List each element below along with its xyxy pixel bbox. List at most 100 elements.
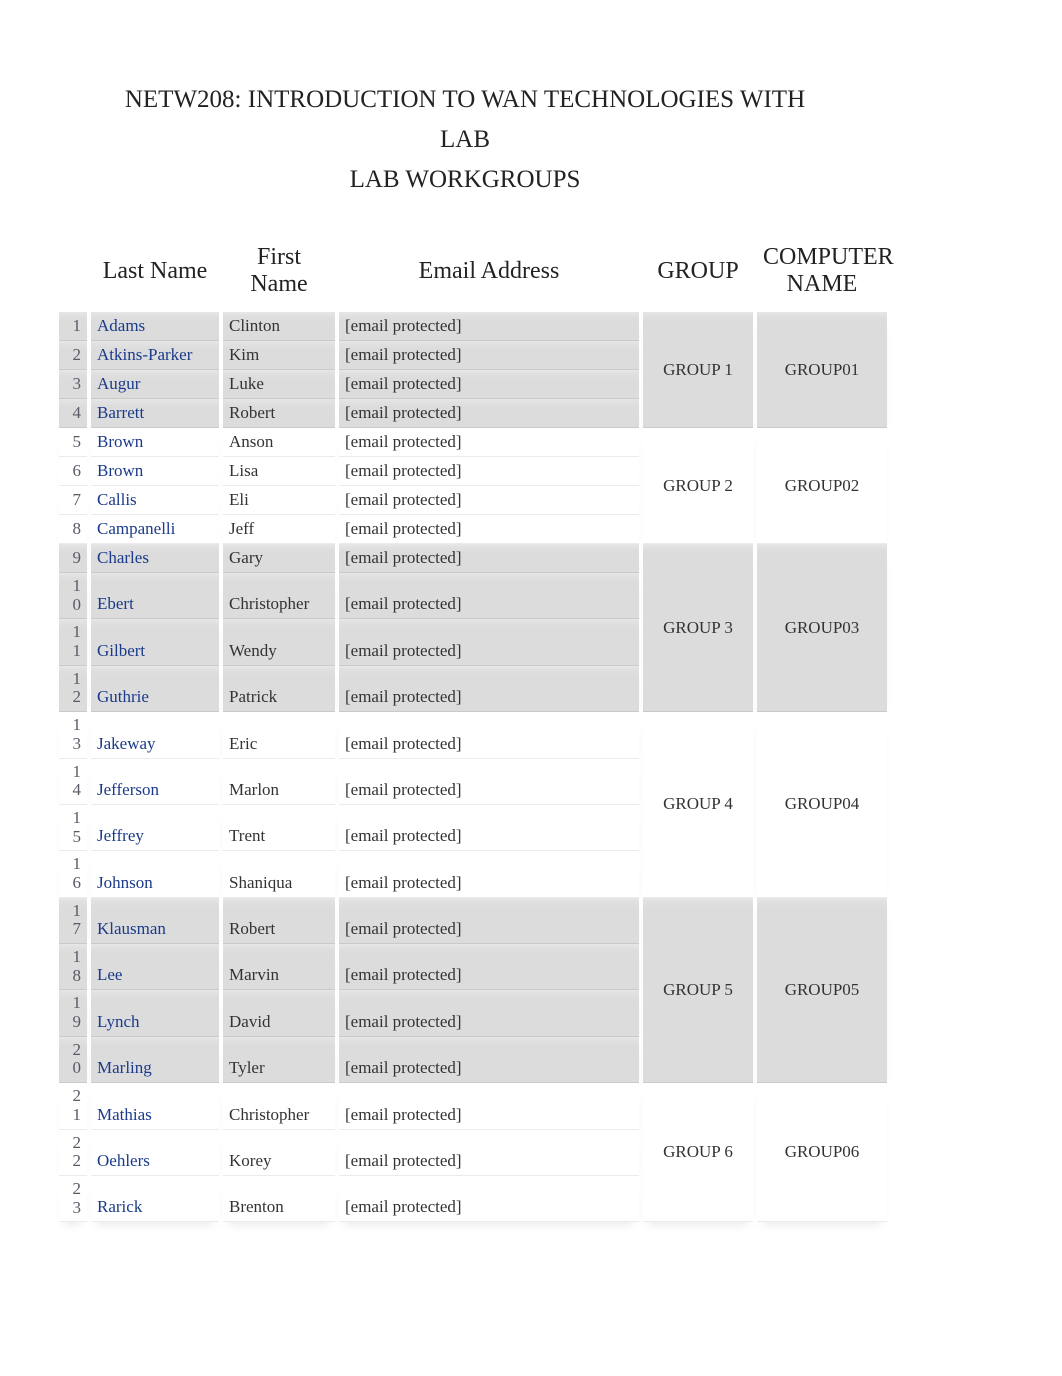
- row-number: 2: [59, 341, 87, 370]
- row-number: 13: [59, 712, 87, 758]
- computer-name-cell: GROUP02: [757, 428, 887, 544]
- first-name-cell: Patrick: [223, 666, 335, 712]
- email-cell: [email protected]: [339, 486, 639, 515]
- email-cell: [email protected]: [339, 851, 639, 897]
- last-name-link[interactable]: Brown: [97, 461, 143, 480]
- first-name-cell: Anson: [223, 428, 335, 457]
- first-name-cell: Christopher: [223, 573, 335, 619]
- computer-name-cell: GROUP01: [757, 312, 887, 428]
- email-cell: [email protected]: [339, 1176, 639, 1222]
- computer-name-cell: GROUP06: [757, 1083, 887, 1222]
- last-name-link[interactable]: Augur: [97, 374, 140, 393]
- last-name-link[interactable]: Charles: [97, 548, 149, 567]
- last-name-link[interactable]: Klausman: [97, 919, 166, 938]
- last-name-link[interactable]: Guthrie: [97, 687, 149, 706]
- table-row: 17KlausmanRobert[email protected]GROUP 5…: [59, 898, 887, 944]
- last-name-cell: Charles: [91, 544, 219, 573]
- first-name-cell: Jeff: [223, 515, 335, 544]
- row-number: 10: [59, 573, 87, 619]
- last-name-link[interactable]: Barrett: [97, 403, 144, 422]
- email-cell: [email protected]: [339, 312, 639, 341]
- last-name-link[interactable]: Campanelli: [97, 519, 175, 538]
- last-name-cell: Lee: [91, 944, 219, 990]
- col-number-header: [59, 230, 87, 312]
- title-line-1: NETW208: INTRODUCTION TO WAN TECHNOLOGIE…: [115, 80, 815, 120]
- last-name-cell: Marling: [91, 1037, 219, 1083]
- email-cell: [email protected]: [339, 399, 639, 428]
- computer-name-cell: GROUP03: [757, 544, 887, 712]
- email-cell: [email protected]: [339, 1130, 639, 1176]
- last-name-link[interactable]: Lee: [97, 965, 122, 984]
- last-name-link[interactable]: Johnson: [97, 873, 153, 892]
- workgroups-table-wrap: Last Name First Name Email Address GROUP…: [55, 230, 875, 1222]
- last-name-cell: Oehlers: [91, 1130, 219, 1176]
- row-number: 3: [59, 370, 87, 399]
- email-cell: [email protected]: [339, 759, 639, 805]
- first-name-cell: Marlon: [223, 759, 335, 805]
- first-name-cell: Eric: [223, 712, 335, 758]
- row-number: 12: [59, 666, 87, 712]
- row-number: 19: [59, 990, 87, 1036]
- first-name-cell: Lisa: [223, 457, 335, 486]
- last-name-cell: Augur: [91, 370, 219, 399]
- last-name-cell: Ebert: [91, 573, 219, 619]
- group-cell: GROUP 3: [643, 544, 753, 712]
- email-cell: [email protected]: [339, 944, 639, 990]
- last-name-link[interactable]: Marling: [97, 1058, 152, 1077]
- last-name-cell: Johnson: [91, 851, 219, 897]
- workgroups-table: Last Name First Name Email Address GROUP…: [55, 230, 891, 1222]
- first-name-cell: Trent: [223, 805, 335, 851]
- last-name-link[interactable]: Ebert: [97, 594, 134, 613]
- last-name-link[interactable]: Atkins-Parker: [97, 345, 192, 364]
- email-cell: [email protected]: [339, 898, 639, 944]
- title-line-3: LAB WORKGROUPS: [115, 160, 815, 200]
- last-name-link[interactable]: Rarick: [97, 1197, 142, 1216]
- last-name-link[interactable]: Gilbert: [97, 641, 145, 660]
- last-name-cell: Campanelli: [91, 515, 219, 544]
- last-name-cell: Adams: [91, 312, 219, 341]
- computer-name-cell: GROUP05: [757, 898, 887, 1084]
- first-name-cell: Shaniqua: [223, 851, 335, 897]
- last-name-link[interactable]: Callis: [97, 490, 137, 509]
- email-cell: [email protected]: [339, 457, 639, 486]
- table-row: 1AdamsClinton[email protected]GROUP 1GRO…: [59, 312, 887, 341]
- col-computer-header: COMPUTER NAME: [757, 230, 887, 312]
- last-name-link[interactable]: Jeffrey: [97, 826, 144, 845]
- last-name-cell: Klausman: [91, 898, 219, 944]
- last-name-link[interactable]: Brown: [97, 432, 143, 451]
- row-number: 7: [59, 486, 87, 515]
- first-name-cell: Christopher: [223, 1083, 335, 1129]
- table-row: 5BrownAnson[email protected]GROUP 2GROUP…: [59, 428, 887, 457]
- row-number: 21: [59, 1083, 87, 1129]
- last-name-link[interactable]: Jakeway: [97, 734, 156, 753]
- first-name-cell: Tyler: [223, 1037, 335, 1083]
- last-name-cell: Mathias: [91, 1083, 219, 1129]
- email-cell: [email protected]: [339, 1083, 639, 1129]
- row-number: 11: [59, 619, 87, 665]
- last-name-link[interactable]: Mathias: [97, 1105, 152, 1124]
- group-cell: GROUP 1: [643, 312, 753, 428]
- last-name-link[interactable]: Oehlers: [97, 1151, 150, 1170]
- group-cell: GROUP 6: [643, 1083, 753, 1222]
- last-name-cell: Barrett: [91, 399, 219, 428]
- last-name-cell: Callis: [91, 486, 219, 515]
- row-number: 22: [59, 1130, 87, 1176]
- first-name-cell: Wendy: [223, 619, 335, 665]
- first-name-cell: Brenton: [223, 1176, 335, 1222]
- last-name-cell: Brown: [91, 428, 219, 457]
- last-name-link[interactable]: Lynch: [97, 1012, 140, 1031]
- col-email-header: Email Address: [339, 230, 639, 312]
- email-cell: [email protected]: [339, 573, 639, 619]
- last-name-cell: Lynch: [91, 990, 219, 1036]
- email-cell: [email protected]: [339, 370, 639, 399]
- col-last-header: Last Name: [91, 230, 219, 312]
- last-name-cell: Jefferson: [91, 759, 219, 805]
- row-number: 14: [59, 759, 87, 805]
- last-name-link[interactable]: Adams: [97, 316, 145, 335]
- first-name-cell: Kim: [223, 341, 335, 370]
- col-first-header: First Name: [223, 230, 335, 312]
- last-name-link[interactable]: Jefferson: [97, 780, 159, 799]
- first-name-cell: Korey: [223, 1130, 335, 1176]
- group-cell: GROUP 2: [643, 428, 753, 544]
- email-cell: [email protected]: [339, 428, 639, 457]
